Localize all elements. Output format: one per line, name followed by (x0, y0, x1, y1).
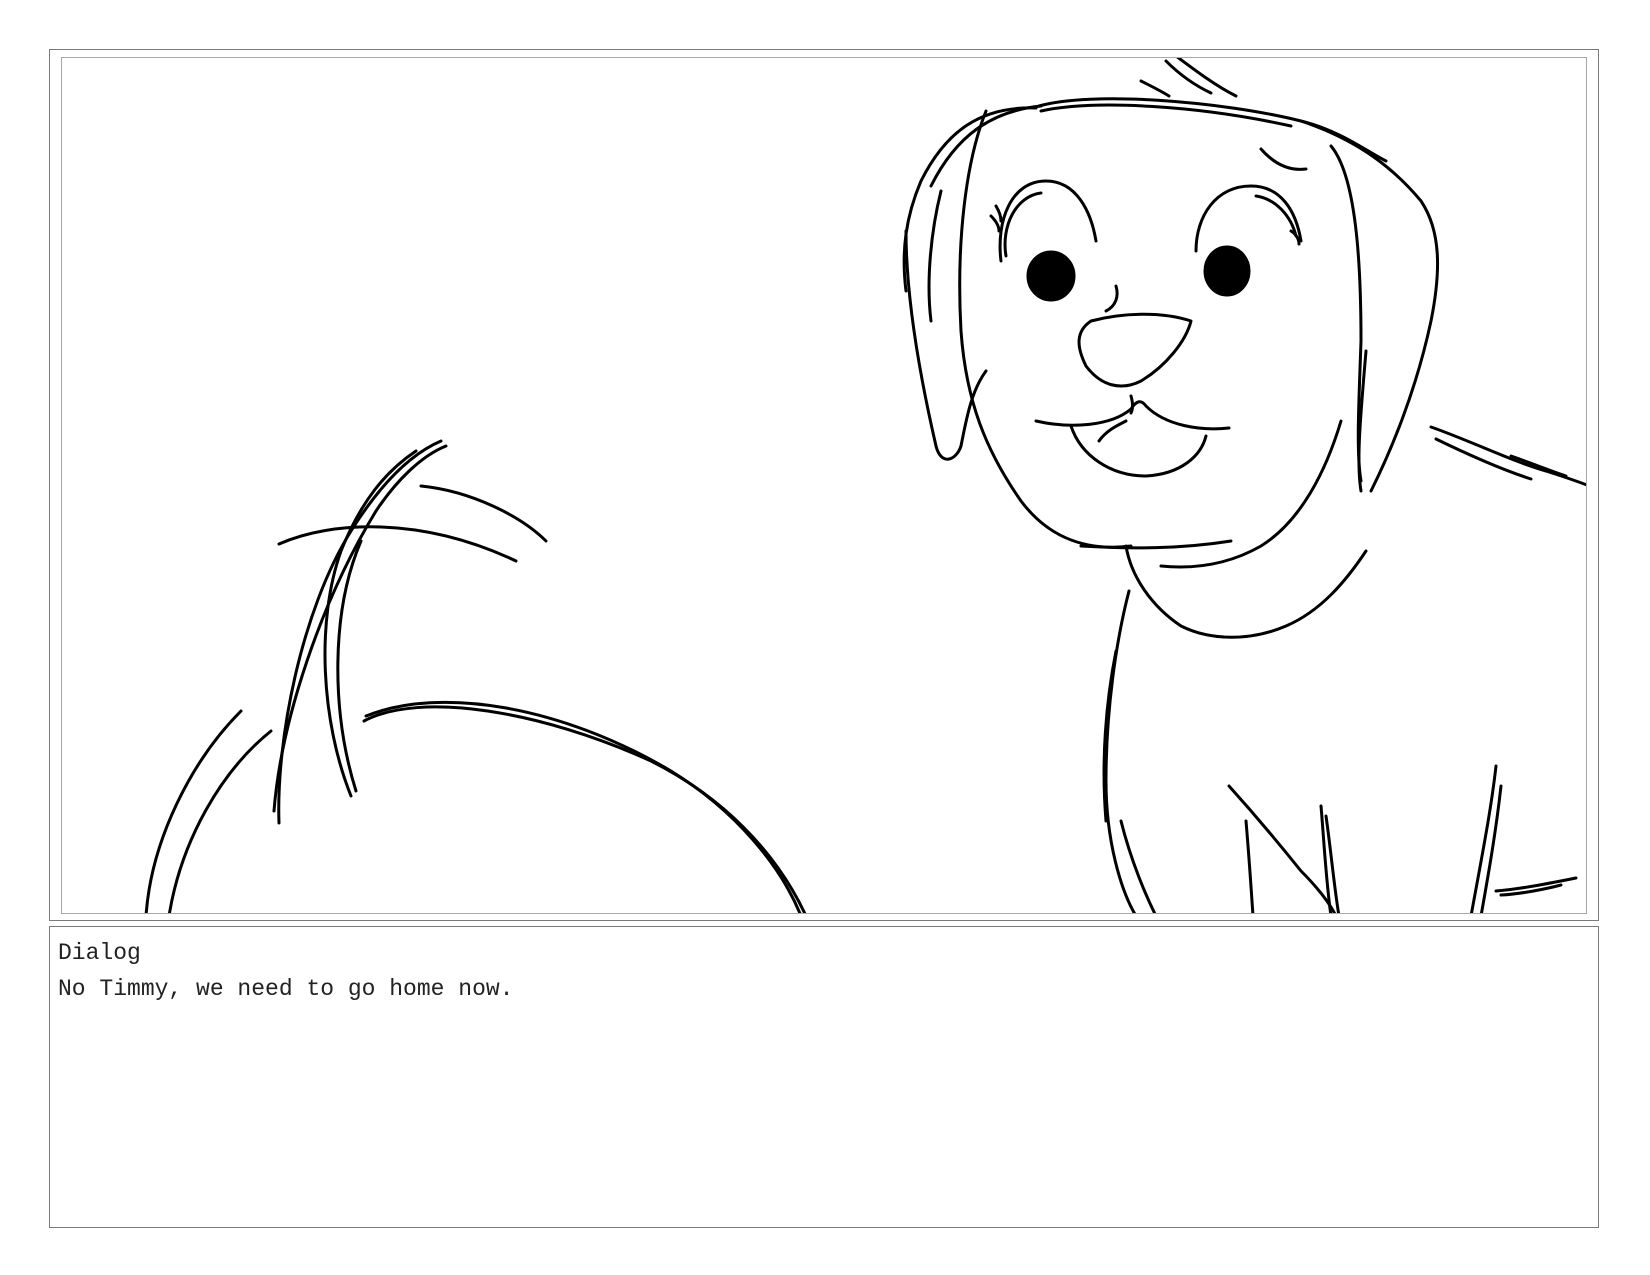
dialog-box: Dialog No Timmy, we need to go home now. (49, 926, 1599, 1228)
storyboard-panel (61, 57, 1587, 914)
puppy-sketch-drawing (144, 58, 1586, 913)
dialog-heading: Dialog (58, 940, 141, 966)
dialog-text: No Timmy, we need to go home now. (58, 976, 514, 1002)
